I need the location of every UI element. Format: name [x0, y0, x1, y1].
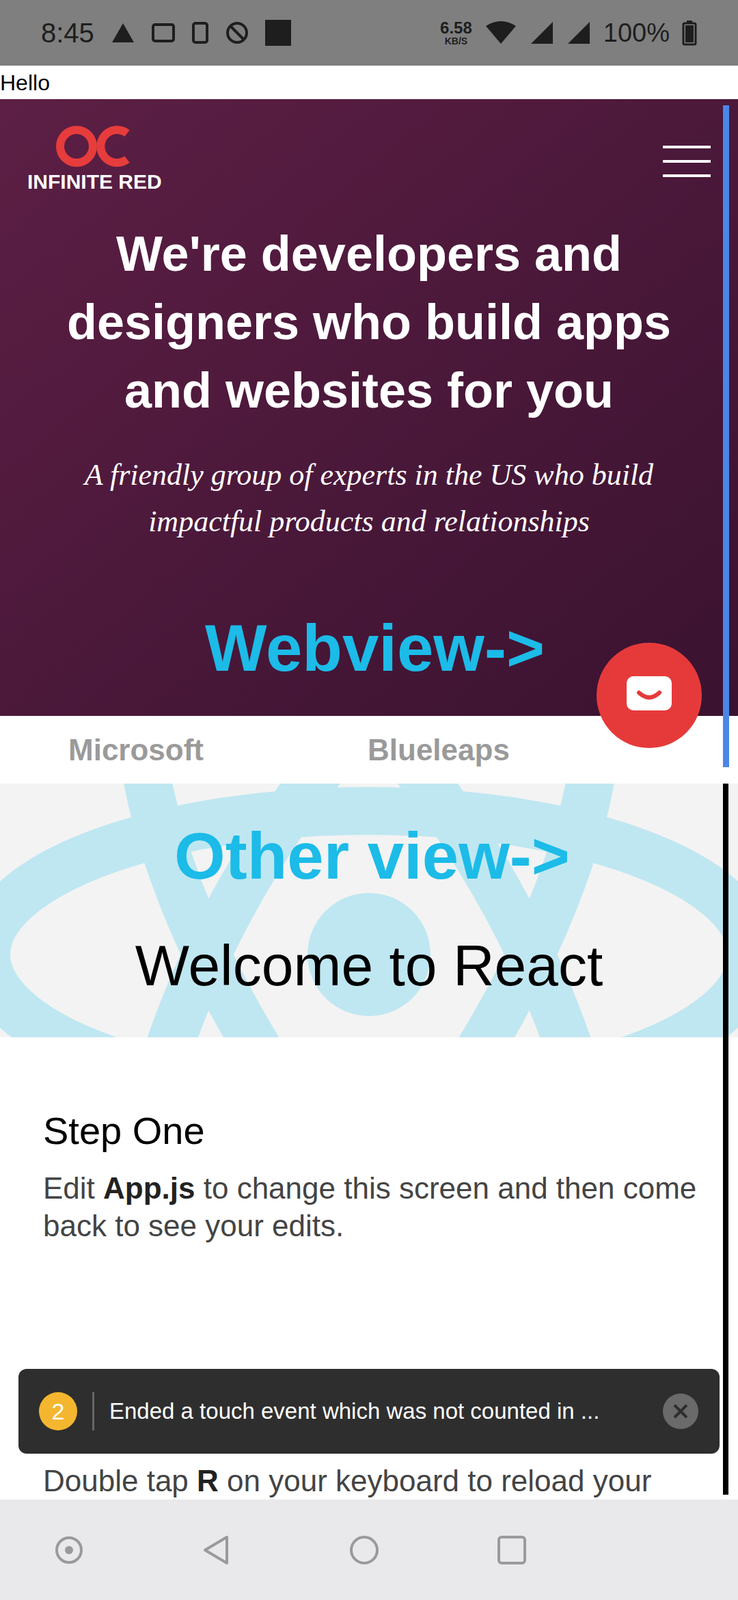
other-view: Welcome to React Step One Edit App.js to c…	[0, 783, 738, 1499]
wifi-icon	[484, 20, 518, 46]
toast-divider	[92, 1391, 95, 1430]
status-left: 8:45	[41, 12, 292, 54]
toast-count-badge: 2	[38, 1391, 78, 1430]
welcome-title: Welcome to React	[135, 921, 604, 1008]
hero-subtitle: A friendly group of experts in the US wh…	[27, 451, 711, 545]
body-segment: Edit	[43, 1170, 104, 1205]
back-icon[interactable]	[200, 1533, 233, 1565]
logbox-toast[interactable]: 2 Ended a touch event which was not count…	[18, 1368, 720, 1453]
hero-heading: We're developers and designers who build…	[27, 219, 711, 425]
hamburger-icon[interactable]	[662, 144, 711, 179]
speed-value: 6.58	[440, 19, 473, 37]
logo-text: INFINITE RED	[27, 168, 162, 195]
battery-icon	[681, 19, 697, 46]
client-logo: Blueleaps	[367, 727, 510, 773]
warning-icon	[110, 21, 136, 44]
chat-icon	[625, 674, 674, 716]
hello-text: Hello	[0, 71, 50, 94]
body-segment: on your keyboard to reload your	[218, 1463, 652, 1497]
network-speed: 6.58KB/S	[440, 19, 473, 46]
battery-level: 100%	[603, 13, 670, 53]
infinite-red-logo-icon	[53, 123, 136, 169]
status-right: 6.58KB/S 100%	[440, 13, 697, 53]
recents-icon[interactable]	[496, 1533, 528, 1565]
blocked-icon	[225, 21, 249, 45]
chat-button[interactable]	[596, 642, 702, 748]
status-bar: 8:45 6.58KB/S 100%	[0, 0, 738, 66]
annotation-label: Webview->	[205, 615, 545, 681]
annotation-label: Other view->	[174, 822, 570, 889]
section-body: Edit App.js to change this screen and th…	[43, 1168, 711, 1244]
toast-message: Ended a touch event which was not counte…	[109, 1393, 648, 1428]
speed-unit: KB/S	[444, 36, 468, 46]
navigation-bar	[0, 1498, 738, 1599]
body-segment: Double tap	[43, 1463, 197, 1497]
site-logo[interactable]: INFINITE RED	[27, 123, 162, 195]
hello-row: Hello	[0, 65, 738, 100]
react-logo-watermark-icon	[0, 783, 738, 1037]
webview-marker-line	[722, 105, 730, 767]
client-logo: Microsoft	[68, 727, 204, 773]
other-view-marker-line	[722, 783, 729, 1494]
section-body: Double tap R on your keyboard to reload …	[43, 1460, 711, 1499]
toast-count: 2	[51, 1393, 65, 1429]
download-icon	[191, 21, 210, 44]
body-segment: R	[196, 1463, 219, 1497]
welcome-banner: Welcome to React	[0, 783, 738, 1037]
body-segment: App.js	[103, 1170, 195, 1205]
webview[interactable]: INFINITE RED We're developers and designe…	[0, 99, 738, 784]
status-time: 8:45	[41, 12, 95, 54]
home-icon[interactable]	[348, 1533, 380, 1565]
signal-icon	[529, 20, 555, 46]
phone-screen: 8:45 6.58KB/S 100% Hello INFINITE RED We're d…	[0, 0, 738, 1599]
close-icon[interactable]	[662, 1391, 700, 1429]
site-header: INFINITE RED	[27, 123, 711, 213]
app-icon	[265, 19, 292, 46]
mail-icon	[151, 23, 175, 43]
signal-icon	[566, 20, 592, 46]
assistant-icon[interactable]	[53, 1533, 85, 1565]
section-title: Step One	[43, 1101, 711, 1159]
